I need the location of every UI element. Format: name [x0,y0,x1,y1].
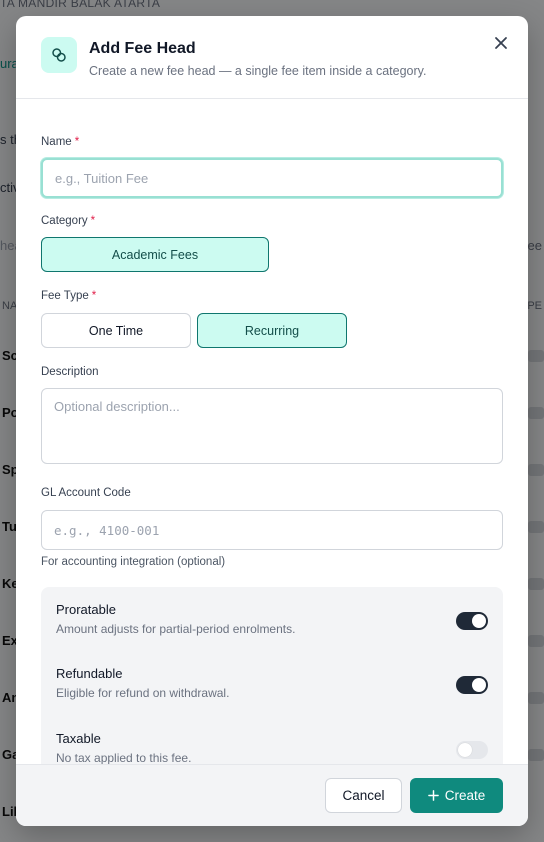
gl-account-input[interactable]: e.g., 4100-001 [41,510,503,550]
dialog-subtitle: Create a new fee head — a single fee ite… [89,64,427,78]
name-input[interactable]: e.g., Tuition Fee [41,158,503,198]
fee-type-recurring-button[interactable]: Recurring [197,313,347,348]
description-textarea[interactable]: Optional description... [41,388,503,464]
required-marker: * [91,290,97,302]
dialog-title: Add Fee Head [89,40,196,57]
required-marker: * [74,136,80,148]
dialog-header: Add Fee Head Create a new fee head — a s… [16,16,528,99]
taxable-title: Taxable [56,731,101,746]
plus-icon [427,790,439,801]
refundable-title: Refundable [56,666,123,681]
dialog-footer: Cancel Create [16,764,528,826]
create-button-label: Create [444,788,486,803]
add-fee-head-dialog: Add Fee Head Create a new fee head — a s… [16,16,528,826]
taxable-toggle[interactable] [456,741,488,759]
name-label: Name * [41,136,80,148]
dialog-body: Name * e.g., Tuition Fee Category * Academ… [16,99,528,764]
category-label: Category * [41,215,96,227]
description-label: Description [41,366,99,378]
refundable-toggle[interactable] [456,676,488,694]
gl-account-hint: For accounting integration (optional) [41,556,226,568]
fee-options-panel: Proratable Amount adjusts for partial-pe… [41,587,503,764]
refundable-description: Eligible for refund on withdrawal. [56,686,230,700]
fee-type-label: Fee Type * [41,290,97,302]
close-icon [495,37,507,49]
create-button[interactable]: Create [410,778,503,813]
toggle-knob [472,614,486,628]
link-chain-icon [41,37,77,73]
proratable-title: Proratable [56,602,116,617]
proratable-row: Proratable Amount adjusts for partial-pe… [56,602,488,646]
toggle-knob [458,743,472,757]
cancel-button[interactable]: Cancel [325,778,402,813]
category-option-academic-fees[interactable]: Academic Fees [41,237,269,272]
fee-type-one-time-button[interactable]: One Time [41,313,191,348]
taxable-row: Taxable No tax applied to this fee. [56,731,488,764]
proratable-toggle[interactable] [456,612,488,630]
proratable-description: Amount adjusts for partial-period enrolm… [56,622,296,636]
taxable-description: No tax applied to this fee. [56,751,192,764]
close-button[interactable] [490,32,512,54]
toggle-knob [472,678,486,692]
gl-account-label: GL Account Code [41,487,131,499]
required-marker: * [90,215,96,227]
refundable-row: Refundable Eligible for refund on withdr… [56,666,488,710]
